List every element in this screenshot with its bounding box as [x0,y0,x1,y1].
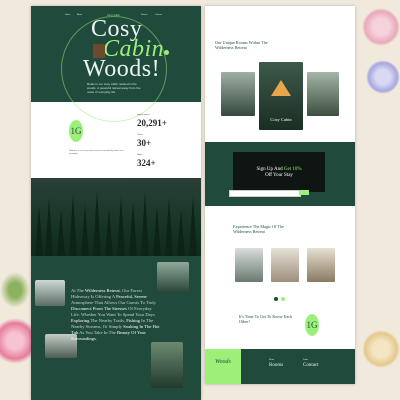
footer-link-contact[interactable]: Contact [303,363,319,368]
footer: Woods Menu Rooms Links Contact [205,349,355,384]
stat-value-nights: 324+ [137,158,156,168]
stat-label-cabins: Cabins [137,134,144,136]
landing-page-right: Our Unique Rooms Within The Wilderness R… [205,6,355,384]
signup-email-input[interactable] [229,190,301,197]
story-photo-forest [157,262,189,292]
experience-card-1[interactable] [235,248,263,282]
story-photo-hiker [151,342,183,388]
signup-title: Sign Up And Get 10% Off Your Stay [256,167,302,178]
cabin-roof [271,80,291,96]
background-flower-right [366,60,400,94]
hero-section: Cosy Cabin Home About Rooms Contact Cosy… [31,6,201,122]
stat-label-nights: Nights [137,154,143,156]
footer-col1-label: Menu [269,359,275,361]
room-card-left[interactable] [221,72,255,116]
rooms-section-title: Our Unique Rooms Within The Wilderness R… [215,40,268,50]
carousel-dot-1[interactable] [274,297,278,301]
background-flower-bottom-right [362,330,400,368]
experience-card-3[interactable] [307,248,335,282]
background-flower-top-right [362,8,400,46]
intro-text: Welcome to our cosy cabin retreat, surro… [69,150,124,155]
stat-value-guests: 20,291+ [137,118,167,128]
room-card-right[interactable] [307,72,339,116]
footer-brand-block: Woods [205,349,241,384]
stat-label-guests: Happy Guests [137,114,150,116]
experience-section-title: Experience The Magic Of The Wilderness R… [233,224,285,234]
footer-brand[interactable]: Woods [215,359,231,365]
nav-item-home[interactable]: Home [65,14,70,16]
footer-link-rooms[interactable]: Rooms [269,363,283,368]
hero-play-button[interactable] [164,50,169,55]
landing-page-left: Cosy Cabin Home About Rooms Contact Cosy… [31,6,201,400]
hero-cabin-image [93,44,105,58]
logo-badge: 1G [69,120,83,142]
room-card-featured[interactable]: Cozy Cabin [259,62,303,130]
cta-badge: 1G [305,314,319,336]
stat-value-cabins: 30+ [137,138,152,148]
carousel-dot-2[interactable] [281,297,285,301]
signup-submit-button[interactable] [299,190,309,195]
nav-item-contact[interactable]: Contact [155,14,162,16]
footer-col2-label: Links [303,359,308,361]
story-quote: At The Wilderness Retreat, Our Forest Hi… [71,288,160,341]
signup-banner: Sign Up And Get 10% Off Your Stay [233,152,325,192]
background-leaves-left [0,272,30,308]
room-card-featured-label: Cozy Cabin [270,117,292,122]
experience-card-2[interactable] [271,248,299,282]
story-photo-mountain [35,280,65,306]
nav-item-about[interactable]: About [77,14,82,16]
forest-image [31,178,201,256]
hero-title-line3: Woods! [83,56,161,82]
cta-title: It's Time To Get To Know Each Other! [239,314,293,324]
hero-subtitle: Relax in our cosy cabin nestled in the w… [87,82,141,94]
